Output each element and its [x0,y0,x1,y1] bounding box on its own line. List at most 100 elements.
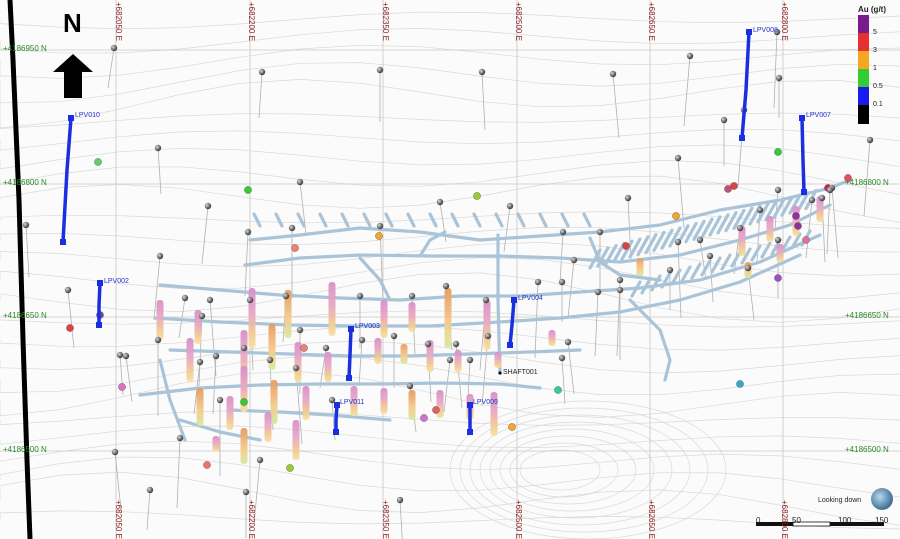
drill-hole-label[interactable]: LPV007 [806,112,831,119]
collar [258,68,266,76]
contour-line [0,175,900,223]
crosscut [560,212,570,228]
easting-label: +682050 E [114,2,123,41]
contour-ring [489,428,655,512]
assay-interval [186,338,194,382]
topographic-contours [0,11,900,539]
collar [154,144,162,152]
contour-line [0,510,900,530]
view-orientation-icon[interactable] [871,488,893,510]
drill-hole-label[interactable]: LPV003 [355,323,380,330]
collar [122,352,130,360]
collar [266,356,274,364]
collar [288,224,296,232]
assay-sample [736,380,744,388]
drill-trace [258,71,263,119]
collar [196,358,204,366]
northing-label: +4186500 N [845,445,889,454]
collar [424,340,432,348]
collar [212,352,220,360]
assay-interval [436,390,444,418]
collar [616,276,624,284]
northing-label: +4186650 N [845,311,889,320]
easting-label: +682800 E [780,500,789,539]
collar [356,292,364,300]
collar [176,434,184,442]
scale-tick-label: 50 [792,516,801,525]
assay-interval [324,352,332,382]
drill-trace [567,259,575,319]
easting-label: +682350 E [381,2,390,41]
drill-hole-label[interactable]: LPV008 [753,27,778,34]
northing-label: +4186650 N [3,311,47,320]
drill-hole-label[interactable]: LPV010 [75,112,100,119]
legend-swatch-purple [858,15,869,34]
easting-label: +682200 E [247,2,256,41]
contour-line [0,471,900,526]
crosscut [720,253,732,271]
assay-sample [94,158,102,166]
northing-label: +4186500 N [3,445,47,454]
drill-trace [146,489,151,531]
assay-interval [776,244,784,262]
assay-interval [548,330,556,346]
contour-ring [469,414,691,526]
collar [452,340,460,348]
shaft-label[interactable]: SHAFT001 [503,369,538,376]
drill-trace [358,339,363,387]
crosscut [516,212,526,228]
crosscut [296,212,306,228]
crosscut [690,262,702,280]
crosscut [680,265,692,283]
collar [466,356,474,364]
collar [666,266,674,274]
tunnel [358,256,392,302]
contour-line [0,112,900,129]
collar [390,332,398,340]
assay-interval [212,436,220,452]
drill-hole-label[interactable]: LPV004 [518,295,543,302]
collar [22,221,30,229]
drill-hole-label[interactable]: LPV011 [340,399,364,406]
drill-trace [503,205,511,253]
crosscut [340,212,350,228]
legend-tick: 1 [873,65,877,72]
crosscut [274,212,284,228]
collar [216,396,224,404]
crosscut [760,241,772,259]
assay-interval [264,412,272,442]
drill-trace [443,359,451,413]
collar [296,178,304,186]
collar [558,278,566,286]
collar [808,196,816,204]
legend-swatch-blue [858,87,869,106]
northing-label: +4186800 N [3,178,47,187]
collar [246,296,254,304]
drill-hole-label[interactable]: LPV002 [104,278,129,285]
collar [674,154,682,162]
contour-line [0,456,900,498]
tunnel [158,358,187,442]
collar [696,236,704,244]
collar [206,296,214,304]
northing-label: +4186800 N [845,178,889,187]
collar [256,456,264,464]
collar [818,194,826,202]
collar [686,52,694,60]
assay-sample [554,386,562,394]
collar [240,344,248,352]
collar [774,236,782,244]
assay-interval [292,420,300,460]
assay-interval [494,352,502,368]
contour-line [0,129,900,151]
collar [408,292,416,300]
map-viewport[interactable]: { "map": { "north_label": "N", "easting_… [0,0,900,539]
assay-sample [66,324,74,332]
collar [482,296,490,304]
collar [570,256,578,264]
easting-label: +682050 E [114,500,123,539]
legend-swatch-green [858,69,869,88]
drill-hole-label[interactable]: LPV009 [473,399,498,406]
assay-interval [328,282,336,336]
collar [282,292,290,300]
